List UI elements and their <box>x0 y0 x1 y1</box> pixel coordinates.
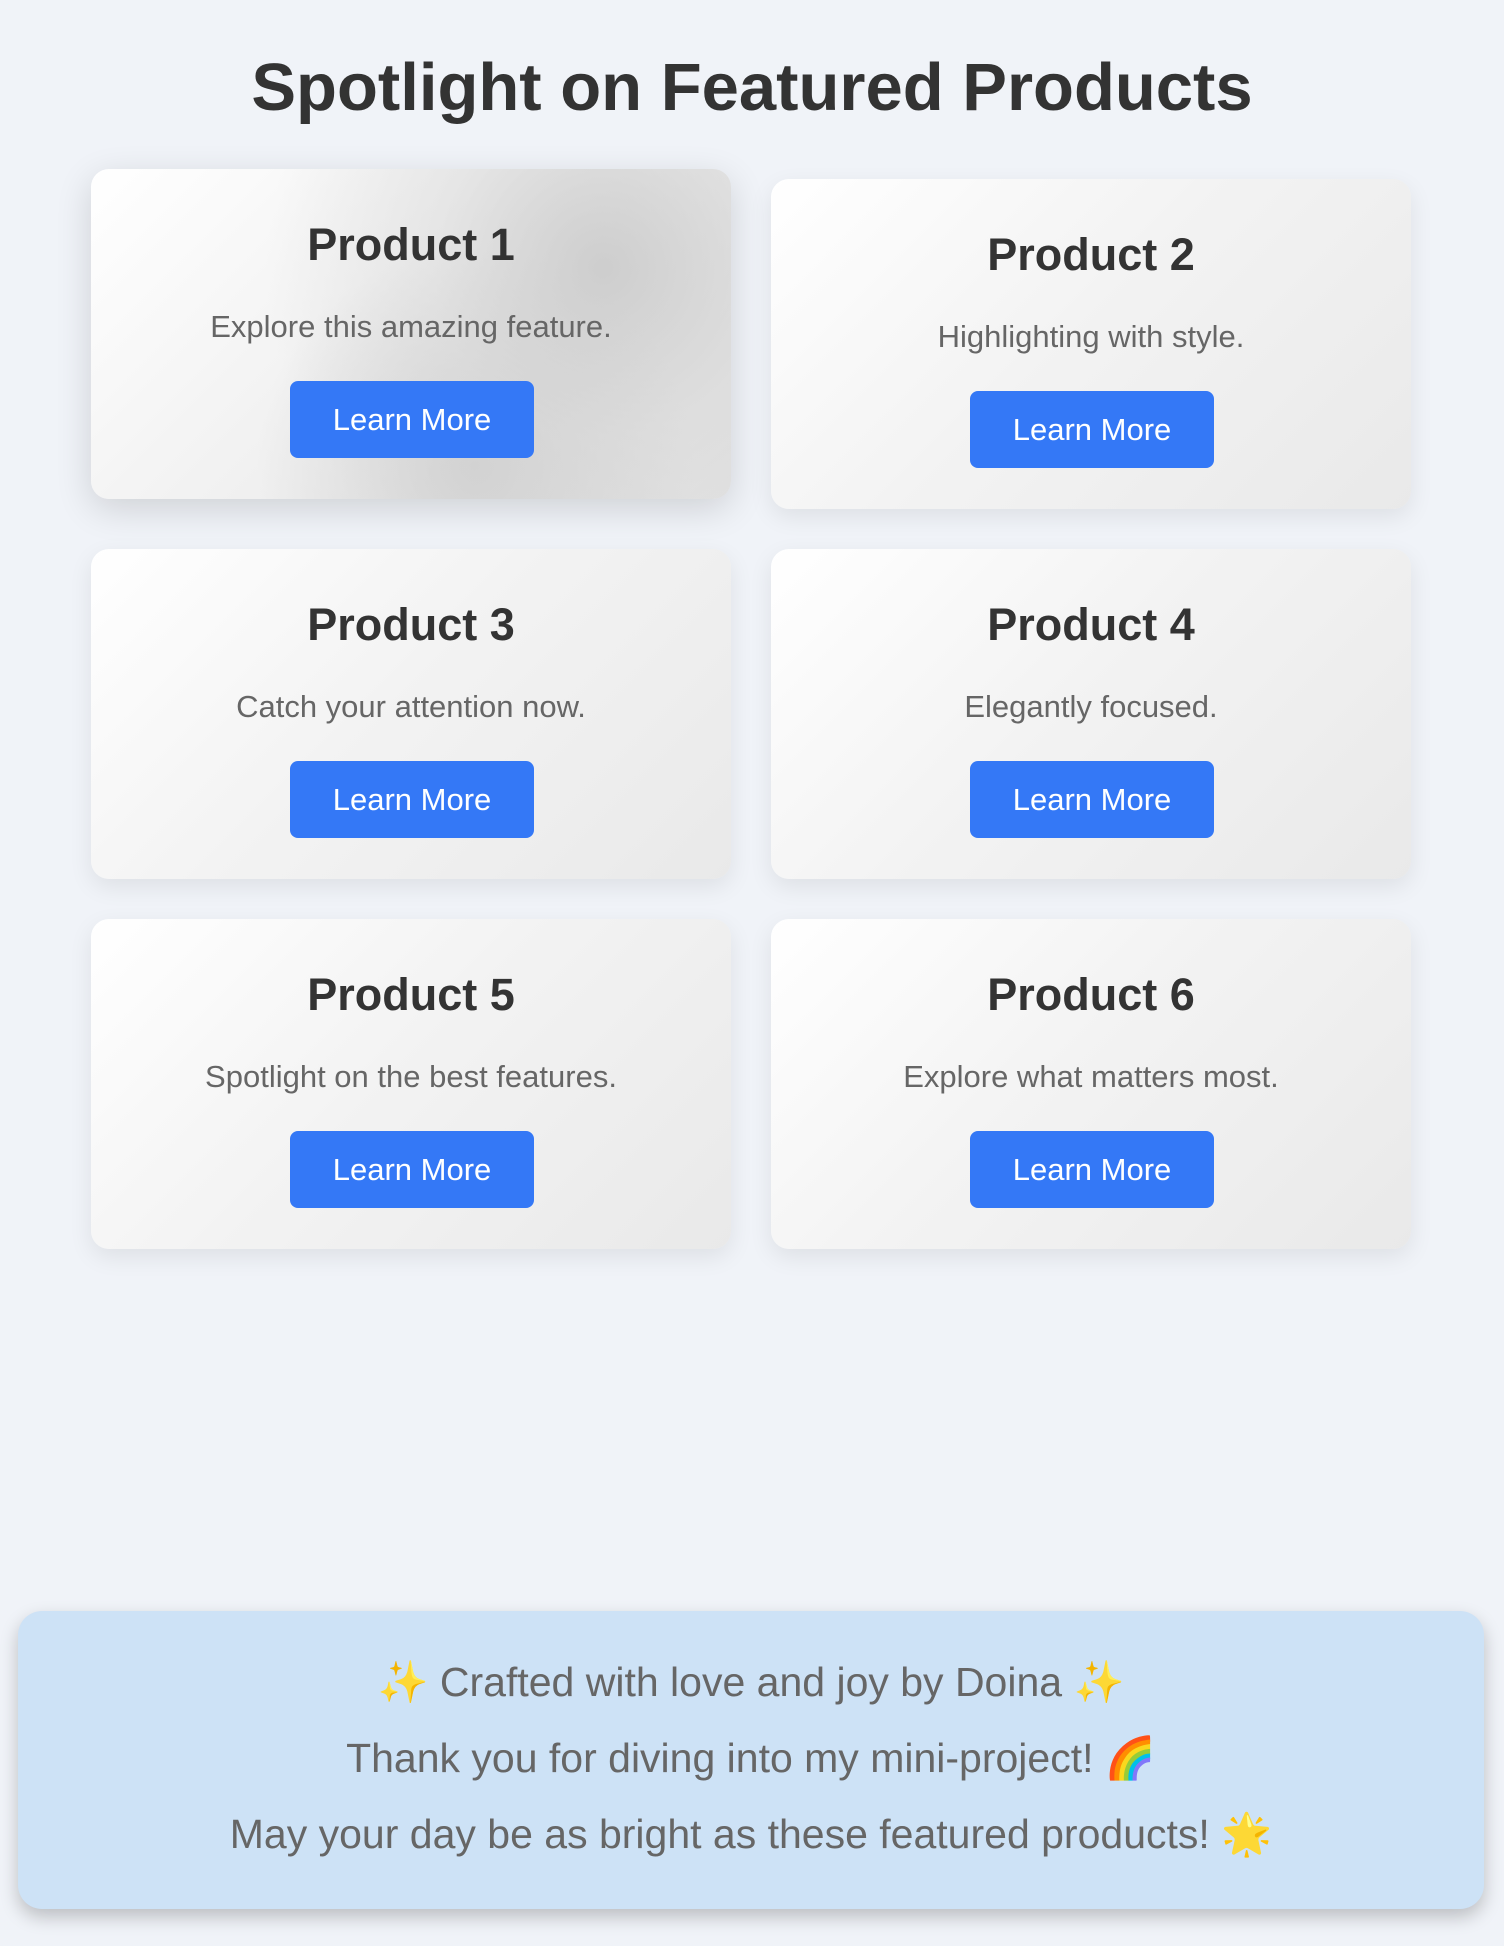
learn-more-button[interactable]: Learn More <box>290 1131 534 1208</box>
product-description: Explore what matters most. <box>903 1059 1279 1094</box>
product-description: Elegantly focused. <box>964 689 1218 724</box>
product-card-6: Product 6 Explore what matters most. Lea… <box>771 919 1411 1249</box>
product-title: Product 5 <box>307 969 515 1020</box>
footer-thanks: Thank you for diving into my mini-projec… <box>346 1735 1156 1781</box>
product-description: Highlighting with style. <box>937 319 1245 354</box>
product-description: Catch your attention now. <box>236 689 586 724</box>
page-title: Spotlight on Featured Products <box>251 50 1253 125</box>
product-card-3: Product 3 Catch your attention now. Lear… <box>91 549 731 879</box>
product-title: Product 1 <box>307 219 515 270</box>
product-description: Explore this amazing feature. <box>210 309 612 344</box>
learn-more-button[interactable]: Learn More <box>970 761 1214 838</box>
product-title: Product 6 <box>987 969 1195 1020</box>
footer-credit: ✨ Crafted with love and joy by Doina ✨ <box>377 1659 1125 1705</box>
learn-more-button[interactable]: Learn More <box>970 391 1214 468</box>
product-card-5: Product 5 Spotlight on the best features… <box>91 919 731 1249</box>
product-description: Spotlight on the best features. <box>205 1059 617 1094</box>
footer-wish: May your day be as bright as these featu… <box>229 1811 1273 1857</box>
product-card-4: Product 4 Elegantly focused. Learn More <box>771 549 1411 879</box>
product-title: Product 3 <box>307 599 515 650</box>
product-title: Product 2 <box>987 229 1195 280</box>
learn-more-button[interactable]: Learn More <box>970 1131 1214 1208</box>
product-card-1: Product 1 Explore this amazing feature. … <box>91 169 731 499</box>
product-title: Product 4 <box>987 599 1195 650</box>
product-card-2: Product 2 Highlighting with style. Learn… <box>771 179 1411 509</box>
learn-more-button[interactable]: Learn More <box>290 761 534 838</box>
learn-more-button[interactable]: Learn More <box>290 381 534 458</box>
footer: ✨ Crafted with love and joy by Doina ✨ T… <box>18 1611 1484 1909</box>
